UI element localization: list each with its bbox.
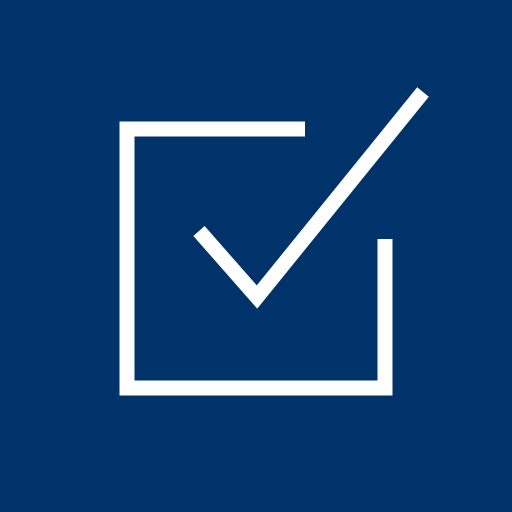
app-icon-tile — [0, 0, 512, 512]
checkbox-checked-icon — [0, 0, 512, 512]
icon-background — [0, 0, 512, 512]
